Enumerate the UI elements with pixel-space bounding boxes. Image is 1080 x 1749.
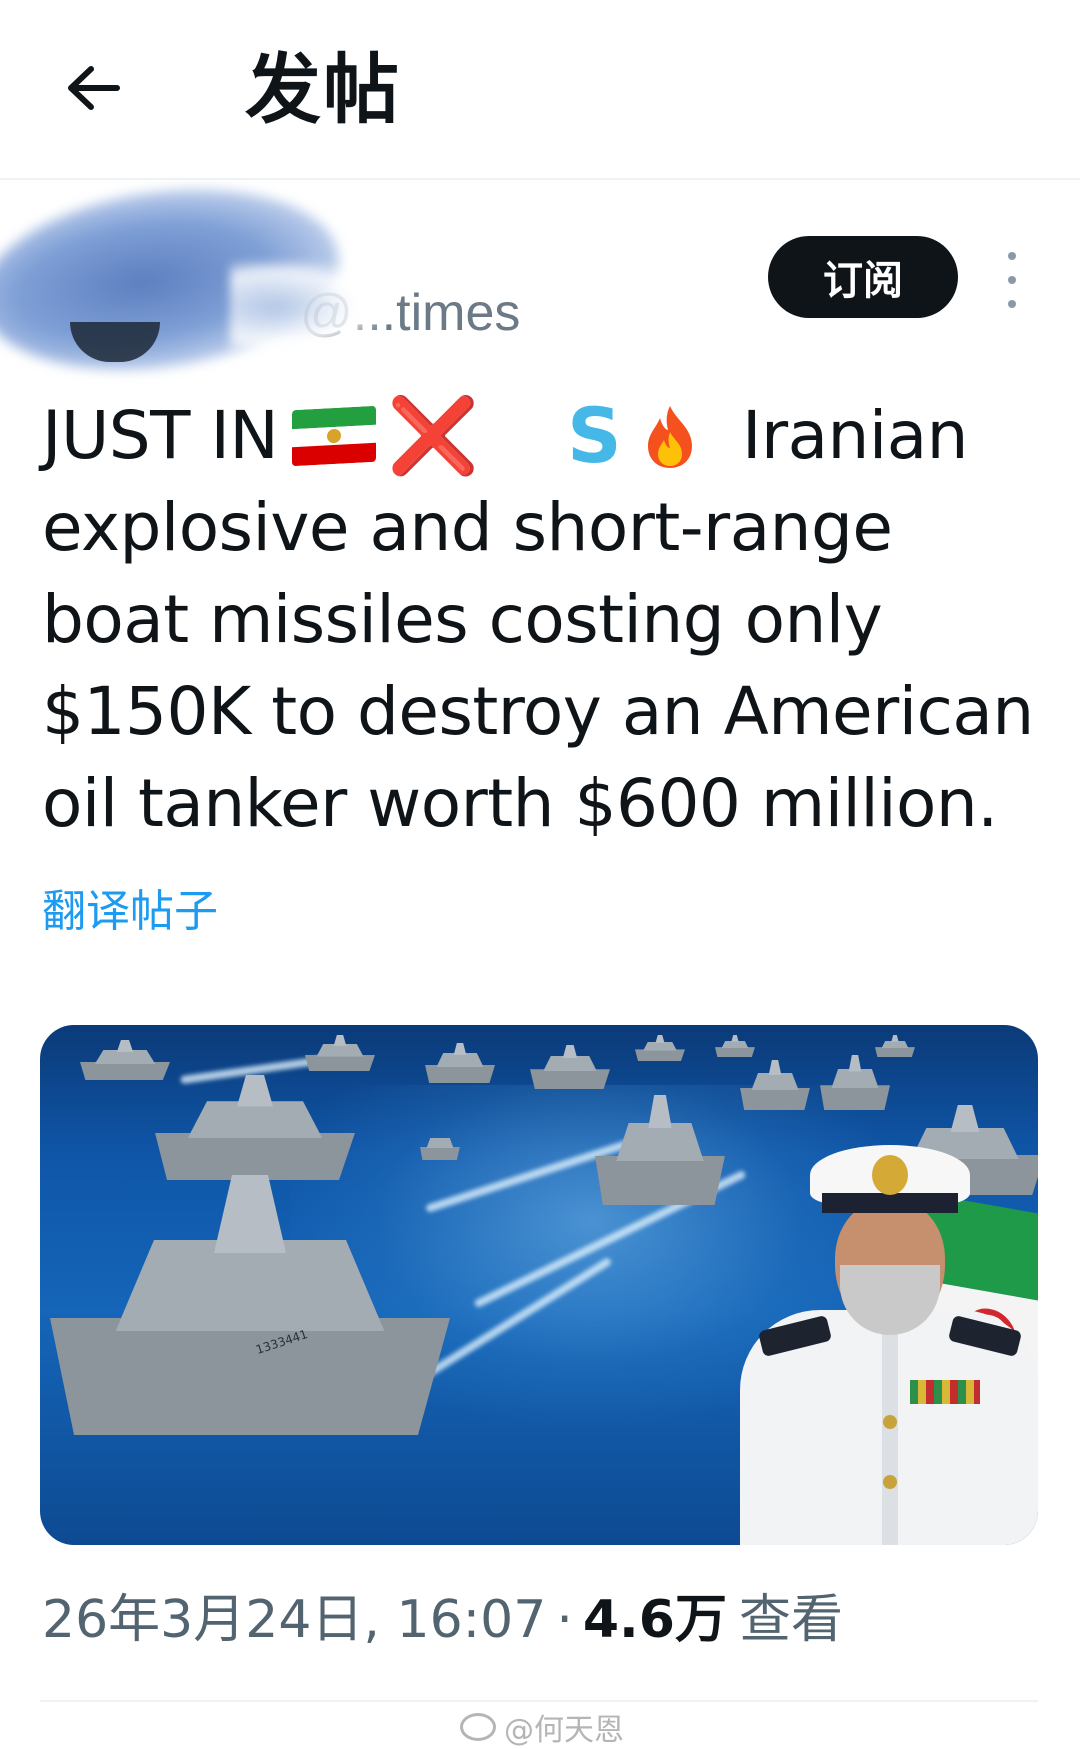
- s-emoji: S: [567, 391, 622, 480]
- cross-mark-emoji: ❌: [387, 393, 479, 479]
- warship: [875, 1035, 915, 1057]
- naval-officer: [740, 1145, 1038, 1545]
- weibo-icon: [460, 1713, 496, 1741]
- top-bar: 发帖: [0, 0, 1080, 180]
- watermark-text: @何天恩: [504, 1713, 624, 1748]
- back-button[interactable]: [58, 48, 128, 128]
- warship: [155, 1075, 355, 1180]
- fire-emoji: [648, 406, 692, 468]
- translate-post-link[interactable]: 翻译帖子: [42, 875, 218, 939]
- vertical-ellipsis-icon: [1008, 252, 1016, 260]
- warship: [820, 1055, 890, 1110]
- warship: [530, 1045, 610, 1089]
- warship: [740, 1060, 810, 1110]
- small-boat: [420, 1130, 460, 1160]
- author-row: @...times 订阅: [0, 167, 1080, 392]
- ellipsis-dot: [1008, 300, 1016, 308]
- handle-blur-mask: [230, 262, 380, 352]
- view-count[interactable]: 4.6万: [583, 1590, 727, 1650]
- tweet-image[interactable]: 1333441: [40, 1025, 1038, 1545]
- post-timestamp[interactable]: 26年3月24日, 16:07: [42, 1590, 546, 1650]
- tweet-text-suffix: Iranian: [742, 397, 969, 474]
- tweet-line: JUST IN ❌ S Iranian: [42, 390, 1042, 482]
- foreground-warship: [50, 1175, 450, 1435]
- iran-flag-emoji: [292, 405, 376, 467]
- tweet-body: JUST IN ❌ S Iranian explosive and short-…: [42, 390, 1042, 850]
- tweet-line: oil tanker worth $600 million.: [42, 765, 998, 842]
- tweet-text-prefix: JUST IN: [42, 397, 279, 474]
- ellipsis-dot: [1008, 276, 1016, 284]
- watermark: @何天恩: [460, 1705, 624, 1749]
- warship: [635, 1035, 685, 1061]
- arrow-left-icon: [68, 66, 120, 110]
- warship: [715, 1035, 755, 1057]
- tweet-meta: 26年3月24日, 16:07 · 4.6万 查看: [42, 1585, 843, 1655]
- warship: [425, 1043, 495, 1083]
- tweet-line: explosive and short-range: [42, 489, 893, 566]
- more-options-button[interactable]: [995, 252, 1029, 308]
- meta-separator: ·: [556, 1590, 573, 1650]
- subscribe-button[interactable]: 订阅: [768, 236, 958, 318]
- tweet-line: boat missiles costing only: [42, 581, 883, 658]
- tweet-line: $150K to destroy an American: [42, 673, 1034, 750]
- warship: [80, 1040, 170, 1080]
- warship: [595, 1095, 725, 1205]
- page-title: 发帖: [245, 45, 401, 134]
- view-label: 查看: [739, 1590, 844, 1650]
- warship: [305, 1035, 375, 1071]
- divider: [40, 1700, 1038, 1702]
